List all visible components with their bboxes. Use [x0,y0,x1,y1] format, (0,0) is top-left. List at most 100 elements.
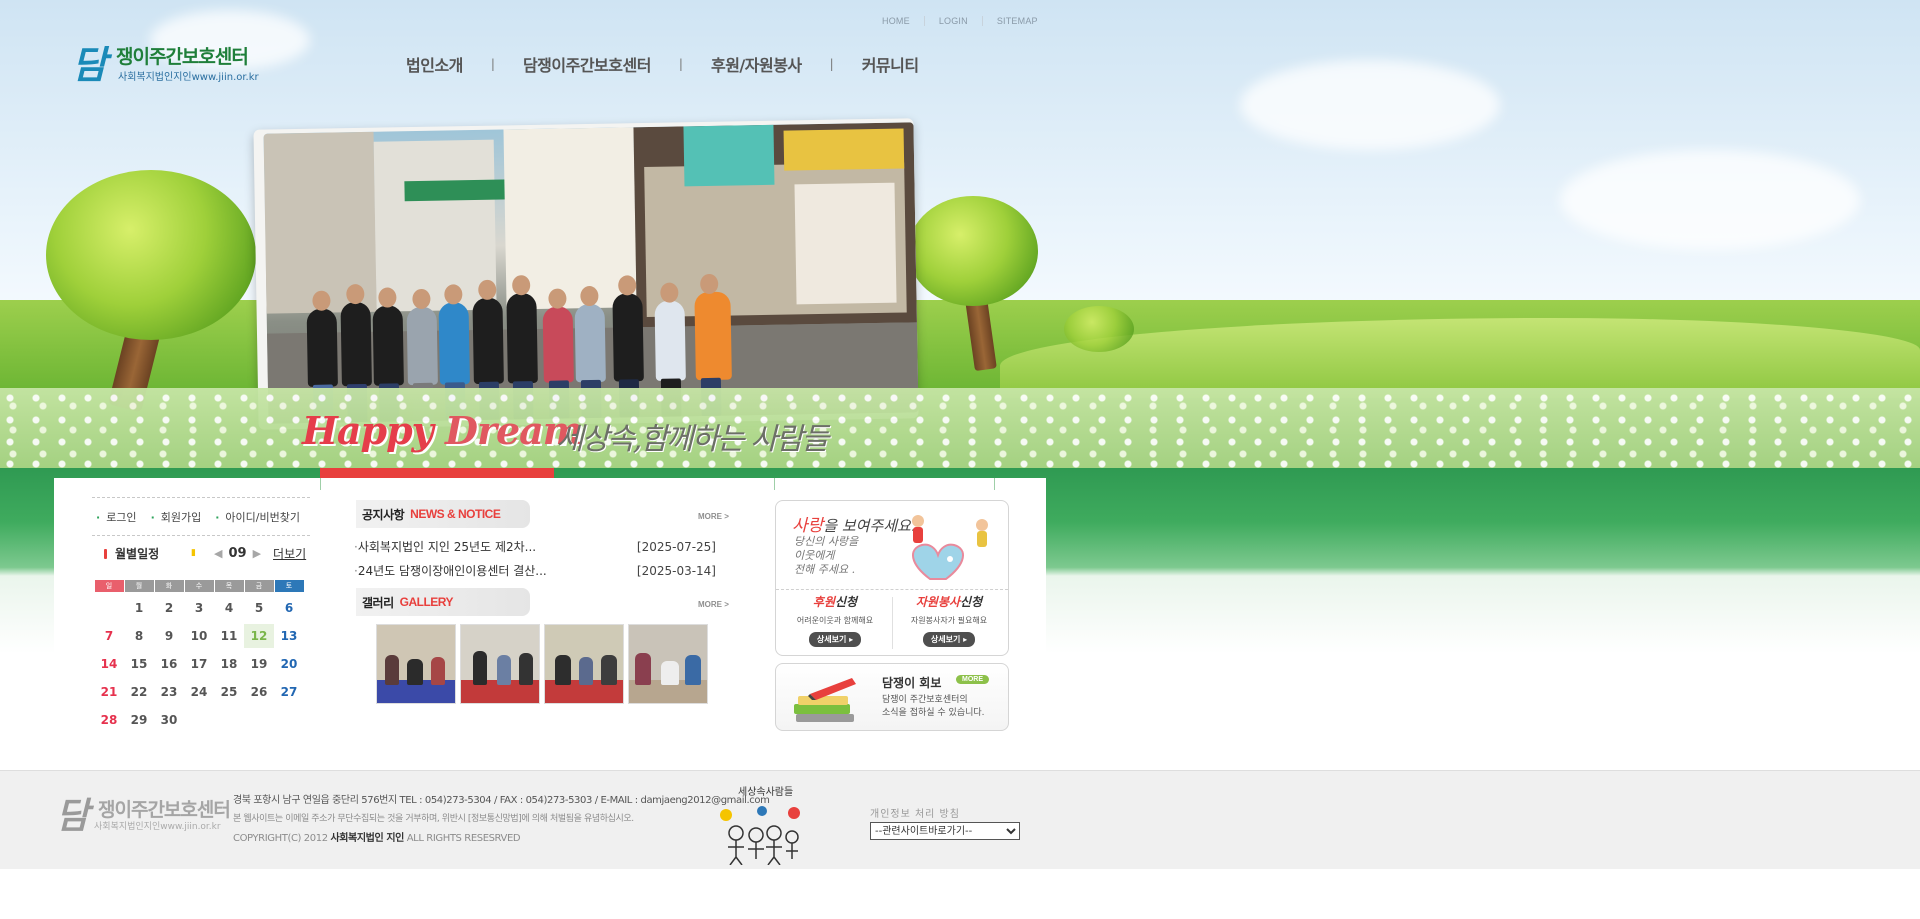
calendar-day[interactable]: 16 [154,652,184,676]
calendar-day[interactable]: 20 [274,652,304,676]
calendar-day[interactable]: 5 [244,596,274,620]
newsletter-description-line: 소식을 접하실 수 있습니다. [882,708,985,718]
footer-logo-title: 쟁이주간보호센터 [98,799,231,821]
calendar-day[interactable]: 10 [184,624,214,648]
dotted-divider [92,535,310,536]
calendar-more-link[interactable]: 더보기 [273,545,306,562]
calendar-day[interactable]: 2 [154,596,184,620]
notice-more-link[interactable]: MORE > [698,512,729,521]
volunteer-heading: 자원봉사신청 [894,593,1004,610]
notice-item-date: [2025-03-14] [636,564,716,578]
calendar-day[interactable]: 22 [124,680,154,704]
divider [320,478,321,490]
mascot-text: 세상속사람들 [738,785,793,798]
next-month-icon[interactable]: ▶ [253,547,261,560]
calendar-day[interactable]: 11 [214,624,244,648]
volunteer-description: 자원봉사자가 필요해요 [910,616,988,625]
privacy-policy-link[interactable]: 개인정보 처리 방침 [870,805,960,820]
calendar-day[interactable]: 3 [184,596,214,620]
util-sitemap-link[interactable]: SITEMAP [997,16,1038,26]
footer-policy: 본 웹사이트는 이메일 주소가 무단수집되는 것을 거부하며, 위반시 [정보통… [233,814,634,824]
logo-title: 쟁이주간보호센터 [116,46,249,68]
hero-slogan-kr: 세상속,함께하는 사람들 [556,422,829,457]
volunteer-section: 자원봉사신청 자원봉사자가 필요해요 상세보기 ▸ [894,593,1004,647]
calendar-day[interactable]: 28 [94,708,124,732]
notice-list: 사회복지법인 지인 25년도 제2차... [2025-07-25] 24년도 … [354,538,716,586]
nav-item-support[interactable]: 후원/자원봉사 [711,52,802,76]
newsletter-banner[interactable]: 담쟁이 회보 MORE 담쟁이 주간보호센터의 소식을 접하실 수 있습니다. [775,663,1009,731]
calendar-day[interactable]: 12 [244,624,274,648]
calendar-day[interactable]: 21 [94,680,124,704]
notice-item[interactable]: 24년도 담쟁이장애인이용센터 결산... [2025-03-14] [354,562,716,586]
site-logo[interactable]: 담 쟁이주간보호센터 사회복지법인지인www.jiin.or.kr [72,38,272,88]
calendar-day[interactable]: 29 [124,708,154,732]
util-login-link[interactable]: LOGIN [939,16,968,26]
newsletter-more-badge[interactable]: MORE [956,675,989,684]
nav-item-community[interactable]: 커뮤니티 [862,52,919,76]
weekday-label: 수 [184,580,214,592]
calendar-weekday-header: 일 월 화 수 목 금 토 [94,580,304,592]
gallery-more-link[interactable]: MORE > [698,600,729,609]
calendar-empty-cell [184,708,214,732]
calendar-empty-cell [214,708,244,732]
calendar-grid: 1 2 3 4 5 6 7 8 9 10 11 12 13 14 15 16 17 18 19 20 21 22 23 24 2… [94,596,304,736]
calendar-day[interactable]: 15 [124,652,154,676]
calendar-day[interactable]: 17 [184,652,214,676]
gallery-thumbnail[interactable] [376,624,456,704]
calendar-day[interactable]: 18 [214,652,244,676]
notice-item-title[interactable]: 사회복지법인 지인 25년도 제2차... [354,538,536,562]
calendar-day[interactable]: 4 [214,596,244,620]
calendar-day[interactable]: 26 [244,680,274,704]
books-pen-icon [794,678,856,722]
util-home-link[interactable]: HOME [882,16,910,26]
bush-icon [1064,306,1134,352]
calendar-empty-cell [94,596,124,620]
notice-header: 공지사항 NEWS & NOTICE [356,500,530,528]
gallery-thumbnail[interactable] [544,624,624,704]
mascot-kids-icon: 세상속사람들 [720,785,800,865]
nav-item-center[interactable]: 담쟁이주간보호센터 [523,52,651,76]
nav-item-about[interactable]: 법인소개 [406,52,463,76]
find-account-link[interactable]: 아이디/비번찾기 [215,509,300,525]
calendar-day[interactable]: 9 [154,624,184,648]
related-sites-select[interactable]: --관련사이트바로가기-- [870,822,1020,840]
calendar-day[interactable]: 25 [214,680,244,704]
calendar-day[interactable]: 13 [274,624,304,648]
prev-month-icon[interactable]: ◀ [214,547,222,560]
sponsor-detail-button[interactable]: 상세보기 ▸ [808,632,862,647]
calendar-day[interactable]: 27 [274,680,304,704]
weekday-label: 화 [154,580,184,592]
weekday-label: 일 [94,580,124,592]
calendar-day[interactable]: 23 [154,680,184,704]
dotted-divider [776,589,1008,590]
calendar-day[interactable]: 14 [94,652,124,676]
nav-divider: | [678,57,683,71]
calendar-day[interactable]: 1 [124,596,154,620]
banner-heading: 사랑을 보여주세요. [792,511,916,536]
nav-divider: | [829,57,834,71]
copyright-org: 사회복지법인 지인 [330,833,404,844]
calendar-day[interactable]: 8 [124,624,154,648]
notice-item-title[interactable]: 24년도 담쟁이장애인이용센터 결산... [354,562,547,586]
weekday-label: 금 [244,580,274,592]
nav-divider: | [490,57,495,71]
banner-heading-highlight: 사랑 [792,516,824,536]
calendar-day[interactable]: 7 [94,624,124,648]
support-volunteer-banner: 사랑을 보여주세요. 당신의 사랑을 이웃에게 전해 주세요 . 후원신청 어려… [775,500,1009,656]
copyright-prefix: COPYRIGHT(C) 2012 [233,833,331,844]
calendar-day[interactable]: 19 [244,652,274,676]
bullet-icon [104,548,107,559]
newsletter-description: 담쟁이 주간보호센터의 소식을 접하실 수 있습니다. [882,694,985,720]
login-link[interactable]: 로그인 [96,509,136,525]
calendar-day[interactable]: 6 [274,596,304,620]
gallery-thumbnail[interactable] [460,624,540,704]
calendar-day[interactable]: 30 [154,708,184,732]
gallery-title-ko: 갤러리 [362,595,394,610]
gallery-thumbnail[interactable] [628,624,708,704]
newsletter-description-line: 담쟁이 주간보호센터의 [882,695,968,705]
hero-slogan-en: Happy Dream [302,408,583,453]
signup-link[interactable]: 회원가입 [151,509,201,525]
volunteer-detail-button[interactable]: 상세보기 ▸ [922,632,976,647]
notice-item[interactable]: 사회복지법인 지인 25년도 제2차... [2025-07-25] [354,538,716,562]
calendar-day[interactable]: 24 [184,680,214,704]
